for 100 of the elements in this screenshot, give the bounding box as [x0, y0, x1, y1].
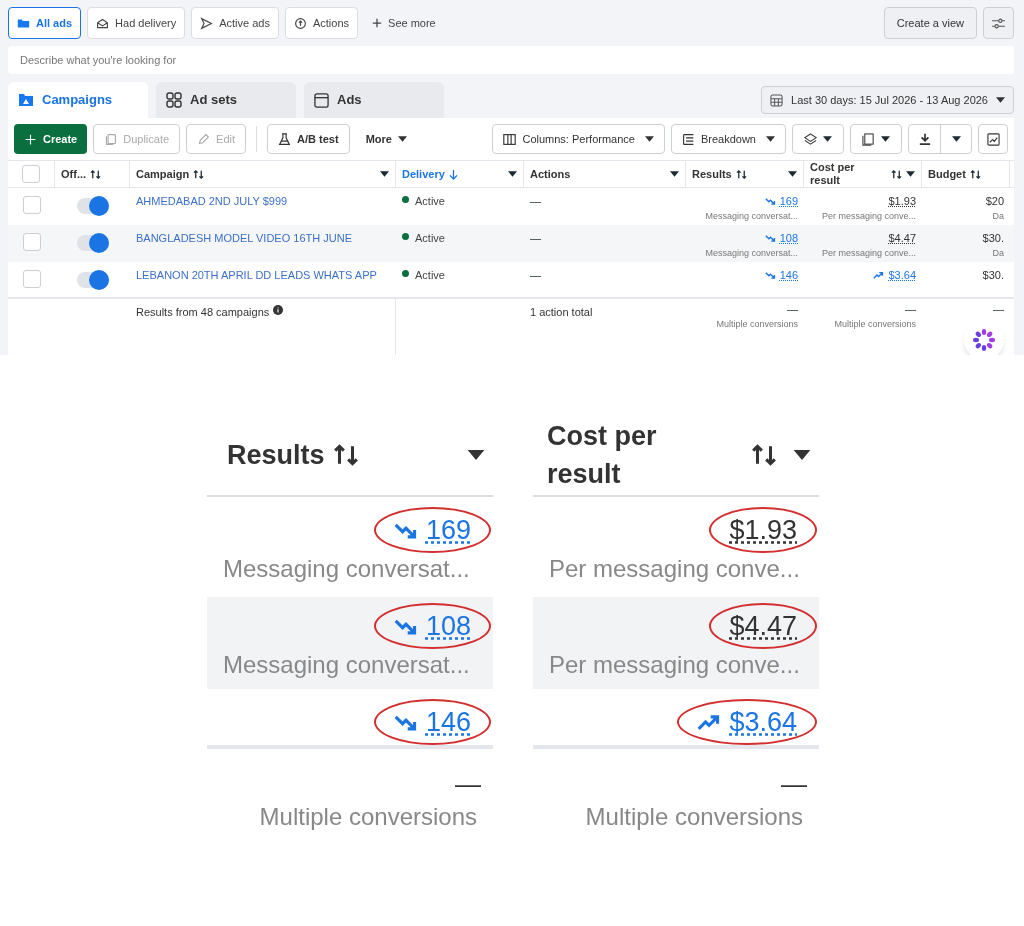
- chart-button[interactable]: [978, 124, 1008, 154]
- result-type: Per messaging conve...: [821, 246, 916, 260]
- reports-button[interactable]: [850, 124, 902, 154]
- result-value[interactable]: 169: [425, 513, 471, 547]
- column-header[interactable]: Delivery: [402, 167, 445, 181]
- result-type: Per messaging conve...: [548, 554, 800, 584]
- toolbar-button[interactable]: A/B test: [267, 124, 350, 154]
- actions-value: —: [530, 195, 541, 207]
- footer-note: Multiple conversions: [834, 317, 916, 331]
- checkbox[interactable]: [22, 270, 41, 288]
- sort-icon: [193, 168, 205, 180]
- result-value[interactable]: 108: [779, 230, 798, 247]
- empty-value: —: [781, 769, 807, 799]
- trend-up-icon: [873, 271, 885, 280]
- filter-chip[interactable]: Actions: [284, 7, 359, 39]
- cost-value: $4.47: [888, 231, 916, 246]
- checkbox[interactable]: [22, 165, 40, 183]
- toolbar-button[interactable]: Columns: Performance: [492, 124, 665, 154]
- breakdown-icon: [681, 132, 695, 146]
- filter-chip[interactable]: Active ads: [191, 7, 279, 39]
- column-header[interactable]: Budget: [928, 167, 966, 181]
- column-header[interactable]: Campaign: [136, 167, 190, 181]
- toggle-switch[interactable]: [76, 198, 109, 214]
- results-summary: Results from 48 campaigns: [136, 305, 270, 320]
- result-type: Per messaging conve...: [548, 650, 800, 680]
- create-button[interactable]: Create: [14, 124, 88, 154]
- level-tab[interactable]: Ads: [304, 82, 444, 118]
- result-value[interactable]: 146: [425, 705, 471, 739]
- caret-icon: [397, 136, 407, 142]
- empty-value: —: [455, 769, 481, 799]
- plus-icon: [372, 18, 383, 28]
- footer-note: Multiple conversions: [259, 802, 478, 832]
- copy-icon: [104, 132, 118, 146]
- sort-down-icon: [448, 168, 458, 180]
- send-icon: [200, 16, 214, 30]
- campaign-link[interactable]: LEBANON 20TH APRIL DD LEADS WHATS APP: [136, 269, 377, 281]
- toggle-switch[interactable]: [76, 272, 109, 288]
- settings-button[interactable]: [983, 7, 1014, 39]
- caret-icon: [670, 171, 679, 177]
- caret-icon: [380, 171, 389, 177]
- delivery-status: Active: [415, 268, 445, 283]
- empty-value: —: [905, 302, 916, 317]
- create-view-button[interactable]: Create a view: [883, 7, 977, 39]
- search-field[interactable]: Describe what you're looking for: [8, 46, 1014, 74]
- columns-icon: [503, 132, 517, 146]
- caret-icon: [766, 136, 775, 142]
- result-value[interactable]: 108: [425, 609, 471, 643]
- filter-chip[interactable]: Had delivery: [87, 7, 186, 39]
- checkbox[interactable]: [22, 233, 41, 251]
- result-type: Messaging conversat...: [705, 209, 798, 223]
- cost-value[interactable]: $3.64: [729, 705, 797, 739]
- level-tab[interactable]: Campaigns: [8, 82, 148, 118]
- column-header[interactable]: Actions: [530, 167, 571, 181]
- toggle-switch[interactable]: [76, 235, 109, 251]
- empty-value: —: [993, 302, 1004, 317]
- result-value[interactable]: 146: [779, 267, 798, 284]
- result-value[interactable]: 169: [779, 193, 798, 210]
- caret-icon: [823, 136, 832, 142]
- cost-value: $1.93: [888, 194, 916, 209]
- date-range-picker[interactable]: Last 30 days: 15 Jul 2026 - 13 Aug 2026: [761, 86, 1014, 114]
- caret-icon: [881, 136, 890, 142]
- campaign-link[interactable]: BANGLADESH MODEL VIDEO 16TH JUNE: [136, 232, 352, 244]
- trend-down-icon: [764, 197, 776, 206]
- empty-value: —: [787, 302, 798, 317]
- delivery-status: Active: [415, 194, 445, 209]
- cost-value[interactable]: $3.64: [888, 267, 916, 284]
- see-more-button[interactable]: See more: [364, 7, 444, 39]
- calendar-icon: [770, 93, 784, 107]
- envelope-icon: [96, 16, 110, 30]
- trend-down-icon: [393, 521, 418, 539]
- sort-icon: [751, 442, 777, 468]
- document-icon: [862, 132, 875, 146]
- level-tab[interactable]: Ad sets: [156, 82, 296, 118]
- trend-down-icon: [764, 234, 776, 243]
- plus-icon: [24, 132, 37, 146]
- campaign-icon: [18, 92, 34, 108]
- sort-icon: [969, 168, 981, 180]
- cost-value: $4.47: [729, 610, 797, 643]
- trend-down-icon: [393, 617, 418, 635]
- actions-summary: 1 action total: [530, 306, 593, 318]
- layers-button[interactable]: [792, 124, 844, 154]
- column-header[interactable]: Off...: [61, 167, 87, 181]
- result-type: Messaging conversat...: [222, 650, 470, 680]
- column-header[interactable]: Cost per result: [810, 161, 870, 187]
- toolbar-button[interactable]: More: [355, 124, 417, 154]
- footer-note: Multiple conversions: [716, 317, 798, 331]
- column-header[interactable]: Results: [692, 167, 732, 181]
- caret-icon: [996, 97, 1005, 103]
- budget-type: Da: [992, 246, 1004, 260]
- pencil-icon: [197, 132, 211, 146]
- toolbar-button[interactable]: Breakdown: [670, 124, 786, 154]
- campaign-link[interactable]: AHMEDABAD 2ND JULY $999: [136, 195, 288, 207]
- caret-icon: [644, 136, 654, 142]
- download-icon: [918, 133, 931, 145]
- budget-value: $30.: [982, 231, 1004, 246]
- result-type: Messaging conversat...: [705, 246, 798, 260]
- footer-note: Multiple conversions: [585, 802, 804, 832]
- filter-chip[interactable]: All ads: [8, 7, 82, 39]
- checkbox[interactable]: [22, 196, 41, 214]
- actions-value: —: [530, 232, 541, 244]
